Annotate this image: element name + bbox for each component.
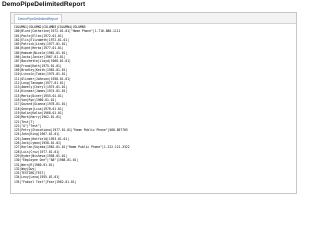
report-frame: DemoPipeDelimitedReport COLUMN1|COLUMN2|… <box>10 12 297 194</box>
frame-tab-bar: DemoPipeDelimitedReport <box>11 13 296 24</box>
tab-report[interactable]: DemoPipeDelimitedReport <box>14 14 63 23</box>
report-output: COLUMN1|COLUMN2|COLUMN3|COLUMN4|COLUMN5 1… <box>14 25 293 191</box>
page-title: DemoPipeDelimitedReport <box>2 1 86 8</box>
report-line: 135|"Fabiel Test"|Fear|1962-01-01| <box>14 179 77 184</box>
